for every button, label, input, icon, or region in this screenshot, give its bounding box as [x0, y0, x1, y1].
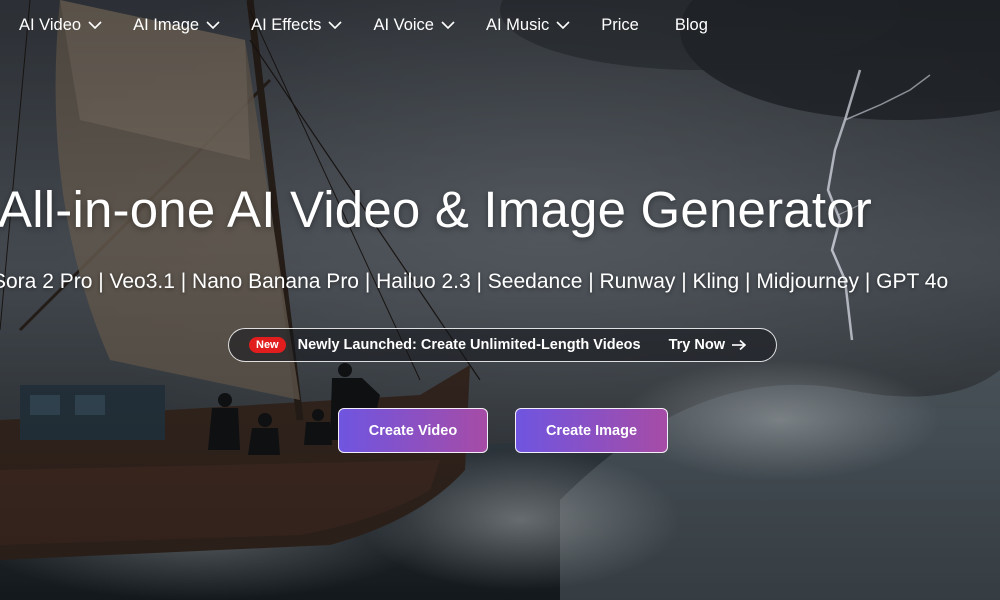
announcement-text: Newly Launched: Create Unlimited-Length …	[297, 337, 641, 353]
nav-item-label: AI Effects	[251, 15, 322, 34]
try-now-link[interactable]: Try Now	[669, 337, 747, 353]
try-now-label: Try Now	[668, 337, 725, 353]
new-badge: New	[249, 337, 286, 353]
chevron-down-icon	[206, 21, 220, 30]
hero-section: AI Video AI Image AI Effects AI Voice AI…	[0, 0, 1000, 600]
arrow-right-icon	[731, 339, 747, 351]
create-image-button[interactable]: Create Image	[515, 408, 668, 453]
create-video-label: Create Video	[368, 422, 458, 439]
nav-item-label: AI Video	[19, 15, 82, 34]
chevron-down-icon	[556, 21, 570, 30]
hero-title: All-in-one AI Video & Image Generator	[0, 180, 1000, 239]
nav-item-ai-music[interactable]: AI Music	[486, 16, 571, 35]
nav-item-price[interactable]: Price	[601, 16, 639, 35]
nav-item-ai-image[interactable]: AI Image	[133, 16, 221, 35]
create-video-button[interactable]: Create Video	[338, 408, 488, 453]
chevron-down-icon	[441, 21, 455, 30]
nav-item-label: AI Voice	[373, 15, 434, 34]
nav-item-ai-video[interactable]: AI Video	[19, 16, 103, 35]
nav-item-blog[interactable]: Blog	[675, 16, 708, 35]
nav-item-label: Blog	[674, 15, 708, 34]
background-dim-overlay	[0, 0, 1000, 600]
create-image-label: Create Image	[545, 422, 638, 439]
nav-item-ai-voice[interactable]: AI Voice	[373, 16, 456, 35]
nav-item-ai-effects[interactable]: AI Effects	[251, 16, 343, 35]
chevron-down-icon	[88, 21, 102, 30]
nav-item-label: AI Music	[485, 15, 550, 34]
hero-title-text: All-in-one AI Video & Image Generator	[0, 181, 872, 238]
top-navigation: AI Video AI Image AI Effects AI Voice AI…	[0, 0, 1000, 50]
announcement-banner[interactable]: New Newly Launched: Create Unlimited-Len…	[228, 328, 777, 362]
nav-item-label: Price	[601, 15, 639, 34]
nav-item-label: AI Image	[133, 15, 200, 34]
supported-models-list: Sora 2 Pro | Veo3.1 | Nano Banana Pro | …	[0, 270, 949, 293]
chevron-down-icon	[328, 21, 343, 30]
